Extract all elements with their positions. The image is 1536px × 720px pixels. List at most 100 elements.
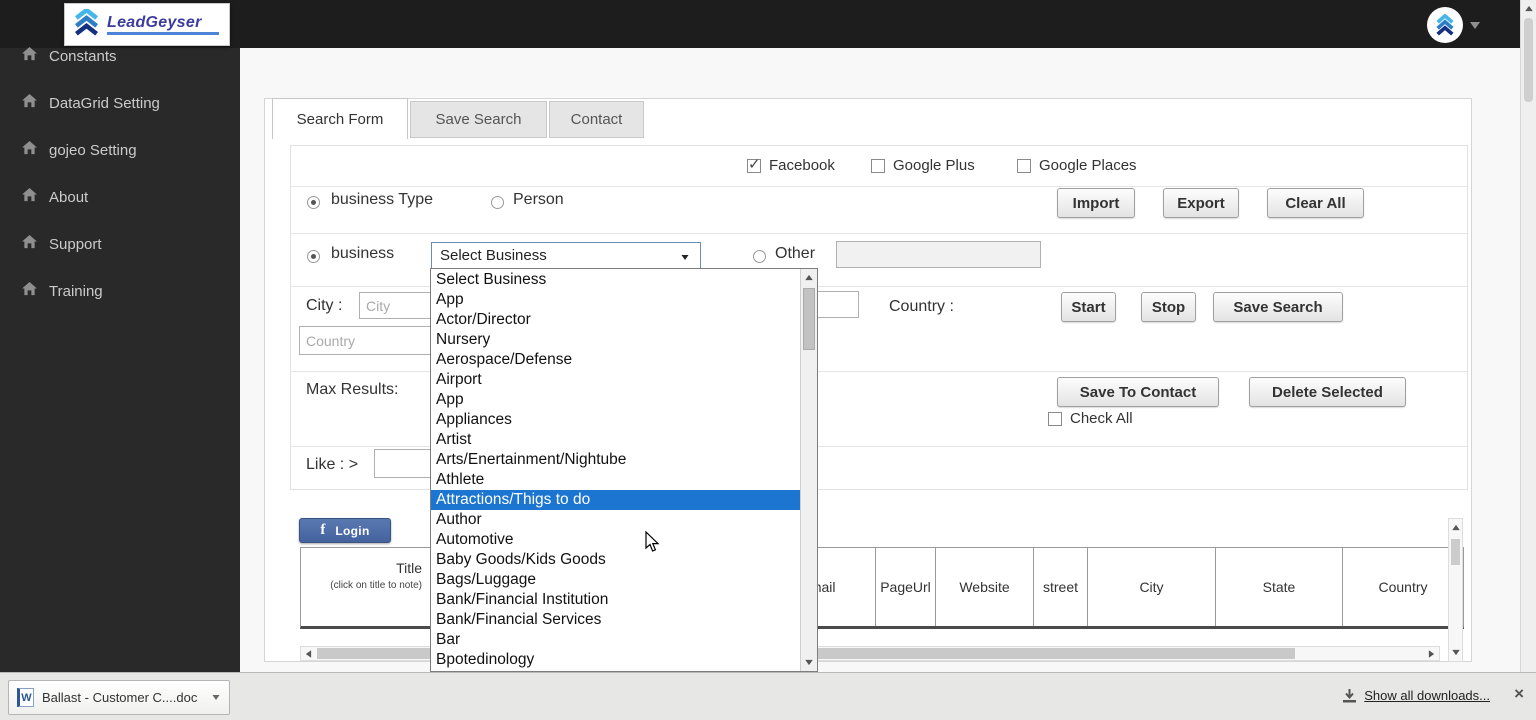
source-facebook-checkbox[interactable]: [747, 155, 761, 173]
home-icon: [22, 281, 37, 301]
home-icon: [22, 140, 37, 160]
sidebar-item-label: gojeo Setting: [49, 141, 137, 159]
sidebar-item-label: Support: [49, 235, 102, 253]
sidebar-item-about[interactable]: About: [0, 181, 240, 213]
dropdown-option[interactable]: Bar: [431, 630, 800, 650]
table-vscroll-thumb[interactable]: [1451, 539, 1460, 565]
sidebar-nav: Constants DataGrid Setting gojeo Setting Ab…: [0, 46, 240, 672]
column-header-city: City: [1088, 548, 1216, 626]
dropdown-option[interactable]: Bags/Luggage: [431, 570, 800, 590]
tab-search-form[interactable]: Search Form: [272, 98, 408, 139]
sidebar-item-gojeo-setting[interactable]: gojeo Setting: [0, 134, 240, 166]
account-menu-caret-icon[interactable]: [1470, 22, 1480, 29]
sidebar-item-label: About: [49, 188, 89, 206]
facebook-login-label: Login: [335, 523, 370, 538]
facebook-f-icon: f: [320, 522, 326, 538]
dropdown-option[interactable]: Bpotedinology: [431, 650, 800, 670]
google-places-checkbox-label: Google Places: [1039, 157, 1137, 174]
business-radio[interactable]: [307, 250, 320, 263]
page-scrollbar-thumb[interactable]: [1524, 18, 1533, 102]
column-header-label: Website: [959, 579, 1010, 595]
dropdown-scroll-down-icon[interactable]: [805, 659, 813, 666]
sidebar-item-support[interactable]: Support: [0, 228, 240, 260]
show-all-downloads-link[interactable]: Show all downloads...: [1364, 688, 1490, 703]
other-business-input[interactable]: [836, 241, 1041, 268]
delete-selected-button[interactable]: Delete Selected: [1249, 377, 1406, 407]
dropdown-option[interactable]: Select Business: [431, 270, 800, 290]
scroll-down-icon[interactable]: [1452, 649, 1460, 656]
clear-all-button[interactable]: Clear All: [1267, 188, 1364, 218]
other-radio-label: Other: [775, 245, 816, 262]
dropdown-option[interactable]: Baby Goods/Kids Goods: [431, 550, 800, 570]
facebook-checkbox-label: Facebook: [769, 157, 835, 174]
dropdown-options: Select Business App Actor/Director Nursery A…: [431, 270, 800, 670]
scroll-up-icon[interactable]: [1452, 524, 1460, 531]
business-select[interactable]: Select Business: [431, 242, 701, 269]
dropdown-option[interactable]: Attractions/Thigs to do: [431, 490, 800, 510]
dropdown-option[interactable]: Athlete: [431, 470, 800, 490]
start-button[interactable]: Start: [1061, 292, 1116, 322]
export-button[interactable]: Export: [1163, 188, 1239, 218]
table-vertical-scrollbar[interactable]: [1448, 518, 1463, 662]
sidebar-item-datagrid-setting[interactable]: DataGrid Setting: [0, 87, 240, 119]
stop-button[interactable]: Stop: [1141, 292, 1196, 322]
dropdown-option[interactable]: Appliances: [431, 410, 800, 430]
import-button[interactable]: Import: [1057, 188, 1135, 218]
sidebar-item-label: Constants: [49, 47, 117, 65]
scroll-right-icon[interactable]: [1428, 650, 1435, 658]
column-header-website: Website: [936, 548, 1034, 626]
dropdown-option[interactable]: Airport: [431, 370, 800, 390]
business-type-radio[interactable]: [307, 196, 320, 209]
save-to-contact-button[interactable]: Save To Contact: [1057, 377, 1219, 407]
dropdown-option[interactable]: Bank/Financial Institution: [431, 590, 800, 610]
column-header-pageurl: PageUrl: [876, 548, 936, 626]
dropdown-option[interactable]: App: [431, 290, 800, 310]
download-chip-caret-icon[interactable]: [212, 695, 220, 700]
column-header-state: State: [1216, 548, 1343, 626]
home-icon: [22, 46, 37, 66]
brand-name: LeadGeyser: [107, 13, 202, 31]
facebook-login-button[interactable]: f Login: [299, 518, 391, 543]
close-downloads-bar-icon[interactable]: ×: [1514, 684, 1524, 704]
save-search-button[interactable]: Save Search: [1213, 292, 1343, 322]
dropdown-option[interactable]: Bank/Financial Services: [431, 610, 800, 630]
business-type-radio-label: business Type: [331, 191, 433, 208]
check-all-checkbox[interactable]: [1048, 412, 1062, 426]
sidebar-item-training[interactable]: Training: [0, 275, 240, 307]
other-radio[interactable]: [753, 250, 766, 263]
home-icon: [22, 187, 37, 207]
dropdown-scroll-up-icon[interactable]: [805, 274, 813, 281]
column-header-country: Country: [1343, 548, 1463, 626]
page-scrollbar[interactable]: [1520, 0, 1536, 672]
dropdown-option[interactable]: Artist: [431, 430, 800, 450]
country-label: Country :: [889, 298, 954, 315]
dropdown-option[interactable]: App: [431, 390, 800, 410]
scrollbar-up-icon[interactable]: [1525, 5, 1533, 12]
column-header-title: Title (click on title to note): [301, 548, 431, 626]
user-avatar[interactable]: [1427, 7, 1463, 43]
tab-contact[interactable]: Contact: [549, 101, 644, 138]
download-icon: [1343, 688, 1357, 702]
google-plus-checkbox-label: Google Plus: [893, 157, 975, 174]
dropdown-option[interactable]: Actor/Director: [431, 310, 800, 330]
source-googleplaces-checkbox[interactable]: [1017, 159, 1031, 173]
download-file-chip[interactable]: W Ballast - Customer C....doc: [8, 680, 230, 715]
source-googleplus-checkbox[interactable]: [871, 159, 885, 173]
dropdown-scroll-thumb[interactable]: [803, 288, 815, 350]
dropdown-option[interactable]: Author: [431, 510, 800, 530]
home-icon: [22, 93, 37, 113]
tab-save-search[interactable]: Save Search: [410, 101, 547, 138]
scroll-left-icon[interactable]: [305, 650, 312, 658]
country-input[interactable]: [299, 326, 431, 355]
business-select-value: Select Business: [440, 247, 547, 264]
dropdown-option[interactable]: Aerospace/Defense: [431, 350, 800, 370]
brand-logo[interactable]: LeadGeyser: [64, 3, 230, 46]
person-radio[interactable]: [491, 196, 504, 209]
dropdown-option[interactable]: Arts/Enertainment/Nightube: [431, 450, 800, 470]
dropdown-option[interactable]: Nursery: [431, 330, 800, 350]
person-radio-label: Person: [513, 191, 564, 208]
column-header-label: State: [1262, 579, 1296, 595]
business-radio-label: business: [331, 245, 395, 262]
dropdown-scrollbar[interactable]: [800, 269, 817, 671]
dropdown-option[interactable]: Automotive: [431, 530, 800, 550]
